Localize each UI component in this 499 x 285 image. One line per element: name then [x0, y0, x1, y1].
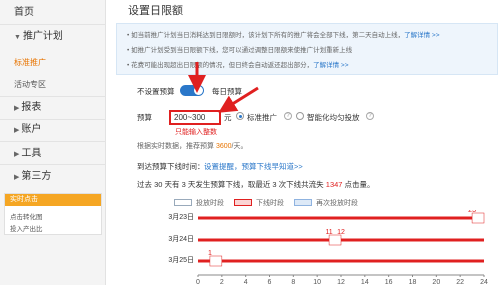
offline-hour-label: 1	[208, 250, 212, 257]
tip-text: 如当前推广计划当日消耗达到日限额时，该计划下所有的推广将会全部下线，第二天自动上…	[131, 32, 405, 39]
nav-home[interactable]: 首页	[0, 6, 106, 20]
radio-standard[interactable]	[236, 112, 244, 120]
budget-unit: 元	[224, 113, 232, 122]
divider	[0, 119, 106, 120]
stat-prefix: 过去 30 天有 3 天发生预算下线，取最近 3 次下线共流失	[137, 180, 326, 189]
stat-value: 1347	[325, 180, 343, 189]
row-date-label: 3月23日	[168, 213, 194, 221]
toggle-knob	[194, 86, 203, 95]
x-tick-label: 22	[456, 279, 464, 285]
nav-report-label: 报表	[21, 102, 42, 113]
offline-segment	[471, 212, 485, 224]
page-title: 设置日限额	[128, 5, 183, 17]
stat-suffix: 点击量。	[342, 180, 375, 189]
realtime-click-panel: 实时点击 点击转化图 投入产出比	[4, 193, 102, 235]
budget-input[interactable]: 200~300	[169, 110, 221, 125]
radio-standard-label: 标准推广	[247, 113, 277, 122]
resume-hour-label: 12	[337, 229, 345, 236]
daily-budget-label: 每日预算	[212, 87, 242, 96]
click-conversion-link[interactable]: 点击转化图	[10, 211, 43, 221]
integer-hint: 只能输入整数	[175, 129, 217, 136]
x-tick-label: 16	[385, 279, 393, 285]
main-panel: 设置日限额 • 如当前推广计划当日消耗达到日限额时，该计划下所有的推广将会全部下…	[112, 0, 499, 285]
tip-item: • 花费可能出现超出日限额的情况，但日终会自动返还超出部分，了解详情 >>	[127, 62, 349, 69]
legend-swatch-active	[174, 199, 192, 206]
tip-text: 花费可能出现超出日限额的情况，但日终会自动返还超出部分，	[131, 62, 314, 69]
nav-report[interactable]: ▶ 报表	[0, 101, 106, 116]
divider	[0, 24, 106, 25]
caret-down-icon: ▼	[14, 34, 21, 41]
offline-hour-label: 11	[325, 229, 332, 236]
divider	[0, 96, 106, 97]
legend-swatch-offline	[234, 199, 252, 206]
nav-promo-plan[interactable]: ▼ 推广计划	[0, 30, 106, 45]
offline-reminder-link[interactable]: 设置提醒，预算下线早知道>>	[204, 161, 303, 172]
x-tick-label: 10	[313, 279, 321, 285]
budget-toggle[interactable]	[180, 85, 204, 96]
caret-right-icon: ▶	[14, 127, 20, 134]
divider	[0, 164, 106, 165]
row-date-label: 3月25日	[168, 256, 194, 264]
offline-segment	[328, 234, 342, 246]
x-tick-label: 6	[268, 279, 272, 285]
learn-more-link[interactable]: 了解详情 >>	[313, 62, 348, 69]
offline-hour-label: 23	[468, 210, 476, 214]
nav-third-party[interactable]: ▶ 第三方	[0, 170, 106, 185]
x-tick-label: 4	[244, 279, 248, 285]
budget-label: 预算	[137, 113, 152, 122]
help-icon[interactable]: ?	[284, 112, 292, 120]
nav-sub-standard[interactable]: 标准推广	[14, 57, 46, 69]
tips-box: • 如当前推广计划当日消耗达到日限额时，该计划下所有的推广将会全部下线，第二天自…	[116, 23, 498, 75]
nav-account-label: 账户	[21, 124, 42, 135]
suggest-suffix: /天。	[231, 143, 248, 150]
offline-stat: 过去 30 天有 3 天发生预算下线，取最近 3 次下线共流失 1347 点击量…	[137, 179, 375, 190]
offline-timeline-chart: 3月23日233月24日11 123月25日10 2 4 6 8 10 12 14 16 18 20 2…	[168, 210, 488, 285]
x-tick-label: 12	[337, 279, 345, 285]
nav-third-party-label: 第三方	[21, 171, 52, 182]
roi-link[interactable]: 投入产出比	[10, 223, 43, 233]
caret-right-icon: ▶	[14, 151, 20, 158]
suggest-value: 3600	[215, 143, 232, 150]
legend-swatch-resume	[294, 199, 312, 206]
x-tick-label: 0	[196, 279, 200, 285]
radio-smart[interactable]	[296, 112, 304, 120]
radio-smart-label: 智能化均匀投放	[307, 113, 360, 122]
caret-right-icon: ▶	[14, 174, 20, 181]
x-tick-label: 24	[480, 279, 488, 285]
nav-promo-plan-label: 推广计划	[22, 31, 63, 42]
no-budget-label: 不设置预算	[137, 87, 175, 96]
nav-account[interactable]: ▶ 账户	[0, 123, 106, 138]
legend-offline: 下线时段	[256, 200, 284, 207]
learn-more-link[interactable]: 了解详情 >>	[404, 32, 439, 39]
suggested-budget: 根据实时数据，推荐预算 3600/天。	[137, 141, 247, 151]
offline-segment	[209, 255, 223, 267]
help-icon[interactable]: ?	[366, 112, 374, 120]
x-tick-label: 18	[409, 279, 417, 285]
nav-tools[interactable]: ▶ 工具	[0, 147, 106, 162]
legend-active: 投放时段	[196, 200, 224, 207]
nav-home-label: 首页	[14, 7, 34, 18]
nav-sub-activity[interactable]: 活动专区	[14, 79, 46, 91]
tip-text: 如推广计划受到当日限额下线，您可以通过调整日限额来使推广计划重新上线	[131, 47, 353, 54]
tip-item: • 如推广计划受到当日限额下线，您可以通过调整日限额来使推广计划重新上线	[127, 47, 353, 54]
suggest-prefix: 根据实时数据，推荐预算	[137, 143, 216, 150]
offline-time-label: 到达预算下线时间：	[137, 162, 205, 171]
x-tick-label: 8	[291, 279, 295, 285]
legend-resume: 再次投放时段	[316, 200, 358, 207]
caret-right-icon: ▶	[14, 105, 20, 112]
realtime-click-title: 实时点击	[5, 194, 101, 206]
row-date-label: 3月24日	[168, 235, 194, 243]
x-tick-label: 14	[361, 279, 369, 285]
x-tick-label: 20	[432, 279, 440, 285]
x-tick-label: 2	[220, 279, 224, 285]
nav-tools-label: 工具	[21, 148, 42, 159]
tip-item: • 如当前推广计划当日消耗达到日限额时，该计划下所有的推广将会全部下线，第二天自…	[127, 32, 440, 39]
sidebar: 首页 ▼ 推广计划 标准推广 活动专区 ▶ 报表 ▶ 账户 ▶ 工具 ▶ 第三方 实时点击…	[0, 0, 106, 285]
divider	[0, 141, 106, 142]
